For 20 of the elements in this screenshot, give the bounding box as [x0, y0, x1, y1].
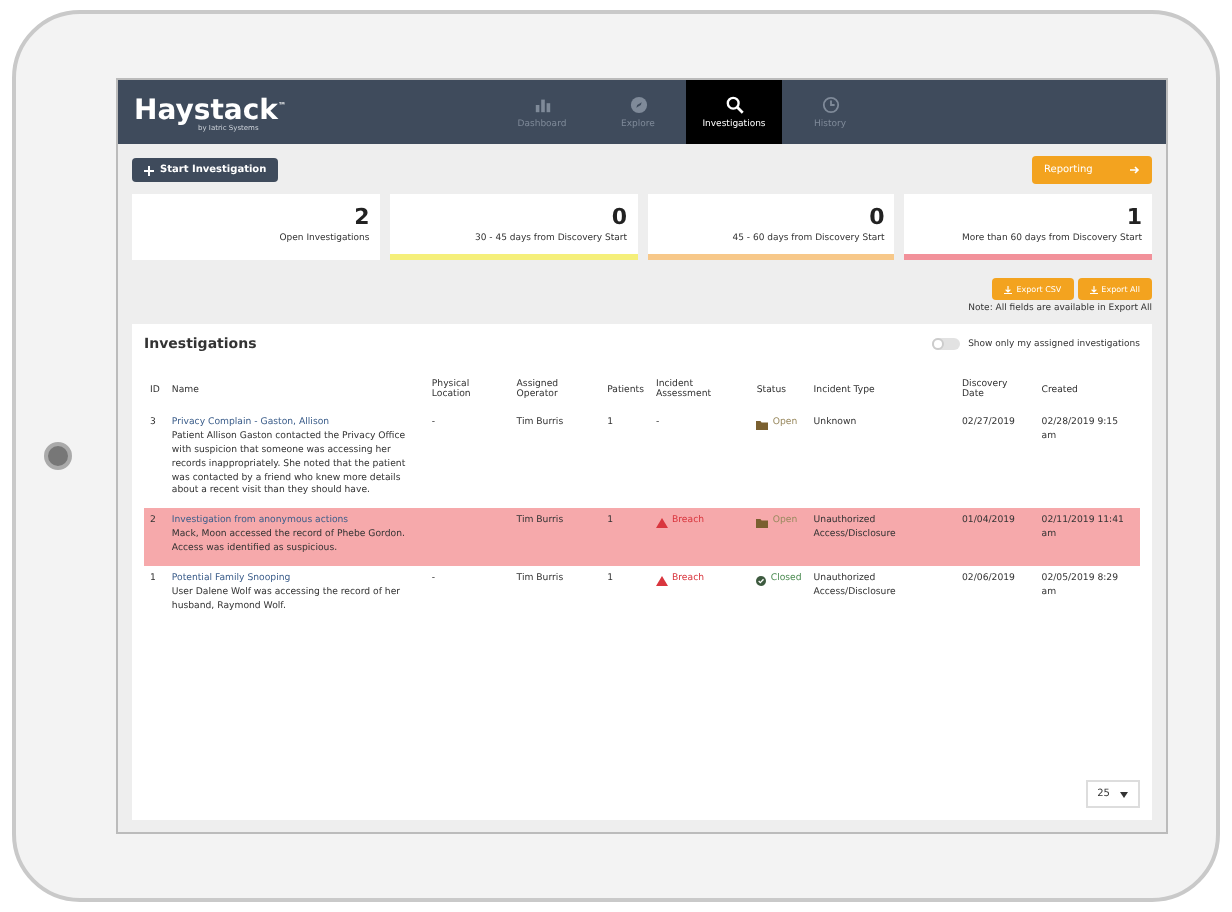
folder-icon — [756, 419, 769, 430]
clock-icon — [821, 95, 839, 113]
arrow-icon — [1130, 166, 1140, 174]
folder-icon — [756, 518, 769, 529]
toggle-switch[interactable] — [932, 338, 961, 350]
search-icon — [725, 95, 743, 113]
check-circle-icon — [756, 575, 767, 586]
download-icon — [1089, 285, 1098, 293]
stat-value: 0 — [869, 204, 885, 230]
caret-icon — [1120, 791, 1128, 797]
chart-icon — [533, 95, 551, 113]
home-button[interactable] — [44, 442, 72, 470]
compass-icon — [629, 95, 647, 113]
warning-icon — [655, 518, 668, 529]
plus-icon — [144, 165, 154, 175]
download-icon — [1004, 285, 1013, 293]
stat-value: 0 — [611, 204, 627, 230]
stat-value: 1 — [1126, 204, 1142, 230]
stat-value: 2 — [354, 204, 370, 230]
warning-icon — [655, 575, 668, 586]
